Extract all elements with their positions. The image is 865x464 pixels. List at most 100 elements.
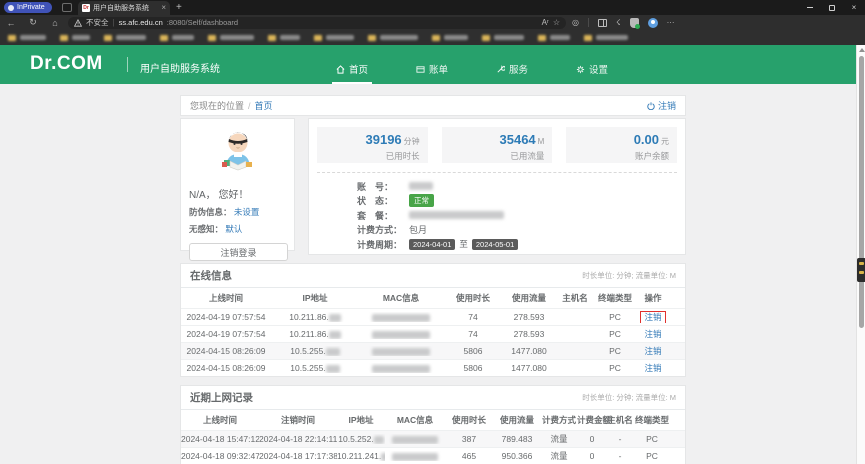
inprivate-label: InPrivate xyxy=(17,2,45,13)
bookmark-item[interactable] xyxy=(160,35,194,41)
folder-icon xyxy=(8,35,16,41)
kick-offline-link[interactable]: 注销 xyxy=(644,346,661,356)
avatar xyxy=(212,127,264,179)
table-row: 2024-04-19 07:57:54 10.211.86. 74 278.59… xyxy=(181,325,685,342)
redacted-mac xyxy=(372,348,430,356)
page-content: 您现在的位置 / 首页 注销 xyxy=(0,84,856,464)
units-note: 时长单位: 分钟; 流量单位: M xyxy=(582,270,676,281)
online-time: 2024-04-15 08:26:09 xyxy=(181,363,271,373)
split-screen-icon[interactable] xyxy=(598,19,607,27)
seamless-link[interactable]: 默认 xyxy=(225,224,242,234)
not-secure-warning-icon xyxy=(74,19,82,27)
redacted-mac xyxy=(392,453,438,461)
inprivate-badge[interactable]: InPrivate xyxy=(4,2,52,13)
maximize-button[interactable] xyxy=(821,0,843,15)
refresh-icon[interactable]: ↻ xyxy=(22,17,44,28)
new-tab-button[interactable]: + xyxy=(176,3,182,13)
redacted-mac xyxy=(372,331,430,339)
nav-item-bills[interactable]: 账单 xyxy=(412,62,452,84)
bill-icon xyxy=(416,65,425,74)
redacted-ip xyxy=(329,331,341,339)
redacted-mac xyxy=(392,436,438,444)
anti-fake-link[interactable]: 未设置 xyxy=(234,207,260,217)
scrollbar-thumb[interactable] xyxy=(859,56,864,328)
bookmark-item[interactable] xyxy=(268,35,300,41)
col-header: 终端类型 xyxy=(633,414,671,426)
billing-method: 流量 xyxy=(541,433,577,445)
bookmark-item[interactable] xyxy=(314,35,354,41)
redacted-mac xyxy=(372,314,430,322)
tab-actions-icon[interactable] xyxy=(62,3,72,12)
url-path: :8080/Self/dashboard xyxy=(167,18,238,27)
shield-icon[interactable] xyxy=(630,18,639,28)
duration: 74 xyxy=(443,329,503,339)
stat-unit: 分钟 xyxy=(404,137,420,146)
address-bar[interactable]: 不安全 | ss.afc.edu.cn :8080/Self/dashboard… xyxy=(68,17,566,29)
bookmark-item[interactable] xyxy=(104,35,146,41)
read-aloud-icon[interactable]: Aʳ xyxy=(542,18,549,27)
bookmark-item[interactable] xyxy=(584,35,628,41)
logout-login-button[interactable]: 注销登录 xyxy=(189,243,288,261)
duration: 465 xyxy=(445,451,493,461)
kick-offline-link[interactable]: 注销 xyxy=(644,329,661,339)
tab-favicon: Dr xyxy=(82,4,90,12)
redacted-ip xyxy=(326,365,340,373)
nav-item-settings[interactable]: 设置 xyxy=(572,62,612,84)
action-cell: 注销 xyxy=(635,311,671,323)
site-subtitle: 用户自助服务系统 xyxy=(140,60,220,75)
bookmark-item[interactable] xyxy=(368,35,418,41)
col-header: 上线时间 xyxy=(181,414,259,426)
nav-item-services[interactable]: 服务 xyxy=(492,62,532,84)
terminal-type: PC xyxy=(633,434,671,444)
col-header: MAC信息 xyxy=(359,292,443,304)
logout-label[interactable]: 注销 xyxy=(658,99,676,112)
toolbar-divider xyxy=(588,18,589,27)
scrollbar-marker xyxy=(857,258,865,282)
table-row: 2024-04-15 08:26:09 10.5.255. 5806 1477.… xyxy=(181,342,685,359)
online-info-panel: 在线信息 时长单位: 分钟; 流量单位: M 上线时间 IP地址 MAC信息 使… xyxy=(180,263,686,377)
page-scrollbar[interactable] xyxy=(856,45,865,464)
stat-used-time: 39196分钟 已用时长 xyxy=(317,127,428,163)
ip-address: 10.211.86. xyxy=(271,329,359,339)
logout-link[interactable]: 注销 xyxy=(647,99,676,112)
col-header: 终端类型 xyxy=(595,292,635,304)
account-summary-panel: 39196分钟 已用时长 35464M 已用流量 0.00元 账户余额 账 号： xyxy=(308,118,686,255)
bookmark-item[interactable] xyxy=(482,35,524,41)
close-button[interactable]: × xyxy=(843,0,865,15)
nav-item-home[interactable]: 首页 xyxy=(332,62,372,84)
bookmark-item[interactable] xyxy=(208,35,254,41)
kick-offline-link[interactable]: 注销 xyxy=(644,363,661,373)
redacted-ip xyxy=(374,436,384,444)
favorite-star-icon[interactable]: ☆ xyxy=(553,18,560,27)
home-icon[interactable]: ⌂ xyxy=(44,18,66,28)
bookmark-item[interactable] xyxy=(432,35,468,41)
redacted-ip xyxy=(381,453,385,461)
breadcrumb: 您现在的位置 / 首页 注销 xyxy=(180,95,686,116)
col-header: 使用时长 xyxy=(443,292,503,304)
bookmark-item[interactable] xyxy=(538,35,570,41)
greeting-text: N/A， 您好！ xyxy=(189,186,286,201)
tab-close-icon[interactable]: × xyxy=(161,4,166,12)
browser-tab[interactable]: Dr 用户自助服务系统 × xyxy=(78,1,170,15)
profile-avatar-icon[interactable] xyxy=(648,18,658,28)
bookmark-item[interactable] xyxy=(60,35,90,41)
stat-label: 已用时长 xyxy=(317,150,420,162)
breadcrumb-home-link[interactable]: 首页 xyxy=(255,99,273,112)
redacted-ip xyxy=(329,314,341,322)
more-menu-icon[interactable]: ··· xyxy=(667,18,675,28)
table-row: 2024-04-19 07:57:54 10.211.86. 74 278.59… xyxy=(181,308,685,325)
bookmark-item[interactable] xyxy=(8,35,46,41)
scrollbar-up-arrow[interactable] xyxy=(859,48,865,52)
breadcrumb-separator: / xyxy=(248,101,251,111)
screen: InPrivate Dr 用户自助服务系统 × + × ← ↻ ⌂ 不安全 | … xyxy=(0,0,865,464)
cycle-start-badge: 2024-04-01 xyxy=(409,239,455,250)
logo-divider xyxy=(127,57,128,72)
collections-icon[interactable]: ☇ xyxy=(616,18,621,28)
back-icon[interactable]: ← xyxy=(0,18,22,28)
redacted-account-number xyxy=(409,182,433,190)
gear-icon xyxy=(576,65,585,74)
folder-icon xyxy=(160,35,168,41)
extension-icon[interactable]: ◎ xyxy=(572,18,579,28)
minimize-button[interactable] xyxy=(799,0,821,15)
kick-offline-link-highlighted[interactable]: 注销 xyxy=(640,311,665,323)
